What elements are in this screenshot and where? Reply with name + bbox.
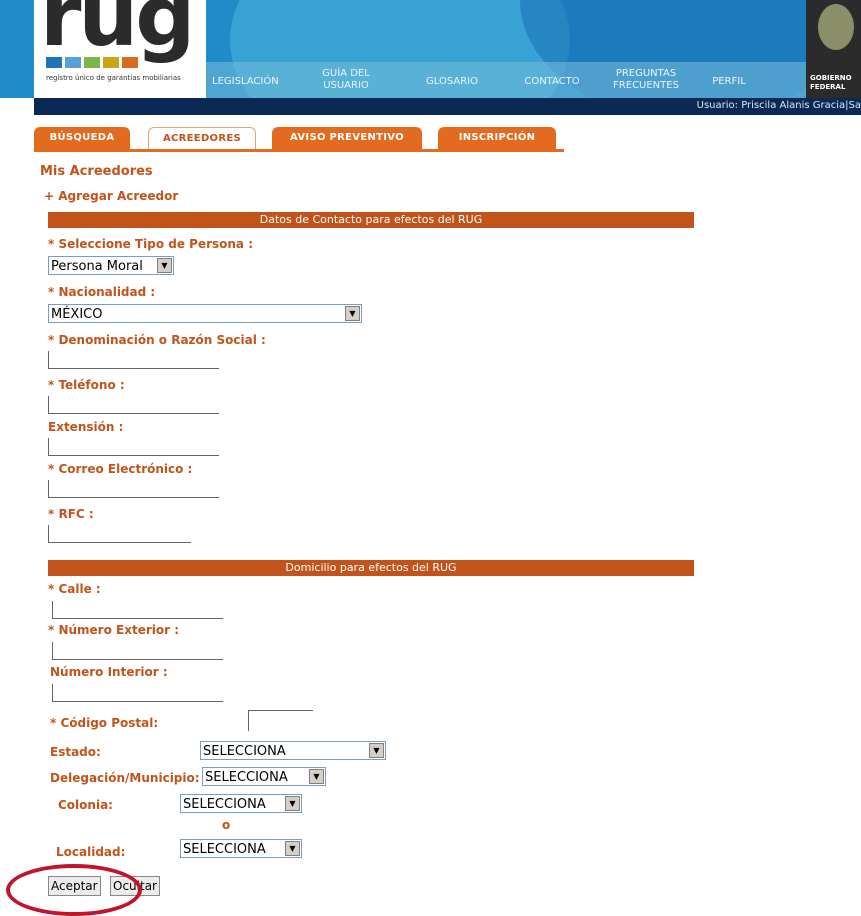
or-separator: o — [222, 818, 231, 832]
chevron-down-icon[interactable]: ▼ — [285, 796, 300, 811]
estado-value: SELECCIONA — [203, 744, 286, 759]
tab-busqueda[interactable]: BÚSQUEDA — [34, 127, 130, 149]
chevron-down-icon[interactable]: ▼ — [285, 841, 300, 856]
gov-label: GOBIERNO FEDERAL — [810, 74, 852, 91]
telefono-field[interactable] — [48, 396, 219, 414]
chevron-down-icon[interactable]: ▼ — [309, 769, 324, 784]
tab-acreedores[interactable]: ACREEDORES — [148, 127, 256, 150]
denominacion-field[interactable] — [48, 351, 219, 369]
logo-square — [65, 57, 81, 68]
rfc-label: * RFC : — [48, 507, 94, 521]
localidad-label: Localidad: — [56, 845, 126, 859]
logo-square — [122, 57, 138, 68]
calle-label: * Calle : — [48, 582, 101, 596]
estado-select[interactable]: SELECCIONA ▼ — [200, 741, 386, 760]
correo-field[interactable] — [48, 480, 219, 498]
num-int-label: Número Interior : — [50, 665, 168, 679]
tab-underline — [34, 149, 564, 152]
nav-contacto[interactable]: CONTACTO — [518, 76, 586, 88]
tipo-persona-label: * Seleccione Tipo de Persona : — [48, 237, 254, 251]
logo-tagline: registro único de garantías mobiliarias — [46, 74, 181, 82]
correo-label: * Correo Electrónico : — [48, 462, 193, 476]
logo[interactable]: rug registro único de garantías mobiliar… — [34, 0, 206, 98]
telefono-label: * Teléfono : — [48, 378, 125, 392]
chevron-down-icon[interactable]: ▼ — [345, 306, 360, 321]
logo-square — [84, 57, 100, 68]
user-info: Usuario: Priscila Alanis Gracia|Sa — [696, 100, 861, 111]
localidad-value: SELECCIONA — [183, 842, 266, 857]
nacionalidad-value: MÉXICO — [51, 307, 103, 322]
logo-wordmark: rug — [40, 0, 195, 65]
nacionalidad-select[interactable]: MÉXICO ▼ — [48, 304, 362, 323]
add-creditor-link[interactable]: + Agregar Acreedor — [44, 189, 178, 203]
highlight-annotation — [6, 864, 142, 916]
extension-label: Extensión : — [48, 420, 124, 434]
num-int-field[interactable] — [52, 684, 223, 702]
colonia-select[interactable]: SELECCIONA ▼ — [180, 794, 302, 813]
tab-inscripcion[interactable]: INSCRIPCIÓN — [438, 127, 556, 149]
rfc-field[interactable] — [48, 525, 191, 543]
address-section-header: Domicilio para efectos del RUG — [48, 560, 694, 576]
tipo-persona-value: Persona Moral — [51, 259, 143, 274]
extension-field[interactable] — [48, 438, 219, 456]
logo-square — [46, 57, 62, 68]
estado-label: Estado: — [50, 745, 101, 759]
delegacion-select[interactable]: SELECCIONA ▼ — [202, 767, 326, 786]
cp-field[interactable] — [248, 710, 313, 731]
num-ext-label: * Número Exterior : — [48, 623, 180, 637]
nav-guia-usuario[interactable]: GUÍA DEL USUARIO — [318, 68, 374, 92]
nav-preguntas-frecuentes[interactable]: PREGUNTAS FRECUENTES — [608, 68, 684, 92]
calle-field[interactable] — [52, 601, 223, 619]
page-title: Mis Acreedores — [40, 164, 153, 179]
tab-aviso-preventivo[interactable]: AVISO PREVENTIVO — [272, 127, 422, 149]
logo-square — [103, 57, 119, 68]
colonia-value: SELECCIONA — [183, 797, 266, 812]
nav-legislacion[interactable]: LEGISLACIÓN — [212, 76, 279, 88]
delegacion-value: SELECCIONA — [205, 770, 288, 785]
cp-label: * Código Postal: — [50, 716, 159, 730]
denominacion-label: * Denominación o Razón Social : — [48, 333, 266, 347]
gov-seal-icon — [818, 4, 854, 50]
nav-glosario[interactable]: GLOSARIO — [420, 76, 484, 88]
user-bar: Usuario: Priscila Alanis Gracia|Sa — [34, 98, 861, 115]
localidad-select[interactable]: SELECCIONA ▼ — [180, 839, 302, 858]
site-header: rug registro único de garantías mobiliar… — [0, 0, 861, 98]
nacionalidad-label: * Nacionalidad : — [48, 285, 156, 299]
contact-section-header: Datos de Contacto para efectos del RUG — [48, 212, 694, 228]
delegacion-label: Delegación/Municipio: — [50, 771, 200, 785]
tipo-persona-select[interactable]: Persona Moral ▼ — [48, 256, 174, 275]
chevron-down-icon[interactable]: ▼ — [157, 258, 172, 273]
num-ext-field[interactable] — [52, 642, 223, 660]
nav-perfil[interactable]: PERFIL — [704, 76, 754, 88]
chevron-down-icon[interactable]: ▼ — [369, 743, 384, 758]
colonia-label: Colonia: — [58, 798, 113, 812]
